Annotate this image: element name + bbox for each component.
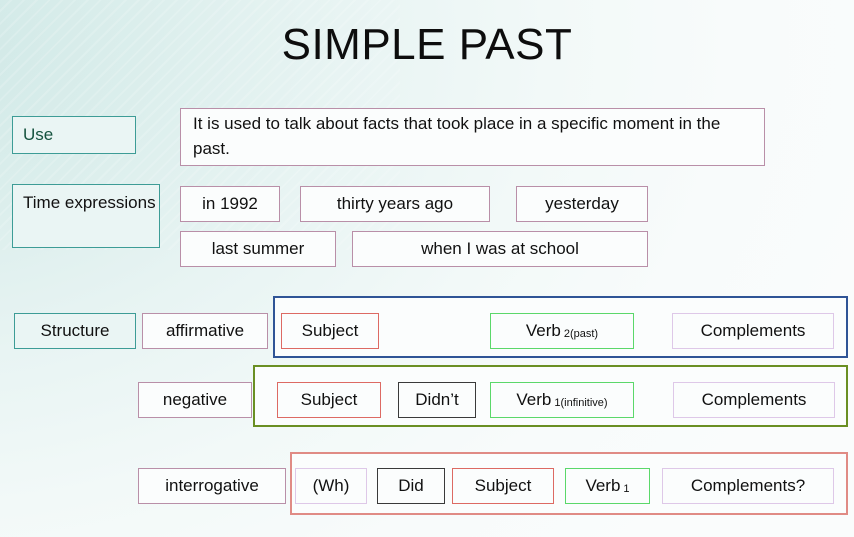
use-description-text: It is used to talk about facts that took… <box>193 114 721 158</box>
structure-label-box: Structure <box>14 313 136 349</box>
negative-cell-didnt-text: Didn’t <box>415 390 459 410</box>
time-expression-chip-5: when I was at school <box>352 231 648 267</box>
affirmative-cell-verb-text: Verb <box>525 321 561 341</box>
negative-cell-verb-subscript: 1(infinitive) <box>554 397 608 410</box>
interrogative-cell-did: Did <box>377 468 445 504</box>
use-label-text: Use <box>23 125 54 145</box>
affirmative-cell-subject-text: Subject <box>301 321 359 341</box>
use-description-box: It is used to talk about facts that took… <box>180 108 765 166</box>
negative-cell-verb: Verb 1(infinitive) <box>490 382 634 418</box>
interrogative-cell-verb-text: Verb <box>585 476 621 496</box>
page-title: SIMPLE PAST <box>281 20 573 69</box>
time-expressions-label-box: Time expressions <box>12 184 160 248</box>
row-type-negative-text: negative <box>162 390 228 410</box>
negative-cell-complements: Complements <box>673 382 835 418</box>
interrogative-cell-verb-subscript: 1 <box>623 483 630 496</box>
negative-cell-subject-text: Subject <box>300 390 358 410</box>
row-type-negative: negative <box>138 382 252 418</box>
negative-cell-complements-text: Complements <box>701 390 807 410</box>
affirmative-cell-subject: Subject <box>281 313 379 349</box>
use-label-box: Use <box>12 116 136 154</box>
time-expression-text-4: last summer <box>211 239 305 259</box>
affirmative-cell-complements-text: Complements <box>700 321 806 341</box>
time-expressions-label-text: Time expressions <box>23 193 156 212</box>
slide-canvas: SIMPLE PAST Use It is used to talk about… <box>0 0 854 537</box>
interrogative-cell-wh-text: (Wh) <box>312 476 350 496</box>
interrogative-cell-subject: Subject <box>452 468 554 504</box>
time-expression-chip-3: yesterday <box>516 186 648 222</box>
affirmative-cell-verb-subscript: 2(past) <box>563 328 599 341</box>
row-type-affirmative-text: affirmative <box>165 321 245 341</box>
row-type-interrogative-text: interrogative <box>165 476 259 496</box>
affirmative-cell-verb: Verb 2(past) <box>490 313 634 349</box>
row-type-interrogative: interrogative <box>138 468 286 504</box>
negative-cell-verb-text: Verb <box>516 390 552 410</box>
interrogative-cell-wh: (Wh) <box>295 468 367 504</box>
interrogative-cell-verb: Verb 1 <box>565 468 650 504</box>
time-expression-chip-2: thirty years ago <box>300 186 490 222</box>
interrogative-cell-complements: Complements? <box>662 468 834 504</box>
time-expression-text-5: when I was at school <box>421 239 579 259</box>
interrogative-cell-subject-text: Subject <box>474 476 532 496</box>
affirmative-cell-complements: Complements <box>672 313 834 349</box>
row-type-affirmative: affirmative <box>142 313 268 349</box>
time-expression-text-1: in 1992 <box>202 194 258 214</box>
time-expression-text-2: thirty years ago <box>336 194 454 214</box>
structure-label-text: Structure <box>40 321 110 341</box>
negative-cell-didnt: Didn’t <box>398 382 476 418</box>
negative-cell-subject: Subject <box>277 382 381 418</box>
interrogative-cell-complements-text: Complements? <box>690 476 806 496</box>
time-expression-chip-4: last summer <box>180 231 336 267</box>
time-expression-chip-1: in 1992 <box>180 186 280 222</box>
time-expression-text-3: yesterday <box>545 194 619 214</box>
interrogative-cell-did-text: Did <box>398 476 424 496</box>
